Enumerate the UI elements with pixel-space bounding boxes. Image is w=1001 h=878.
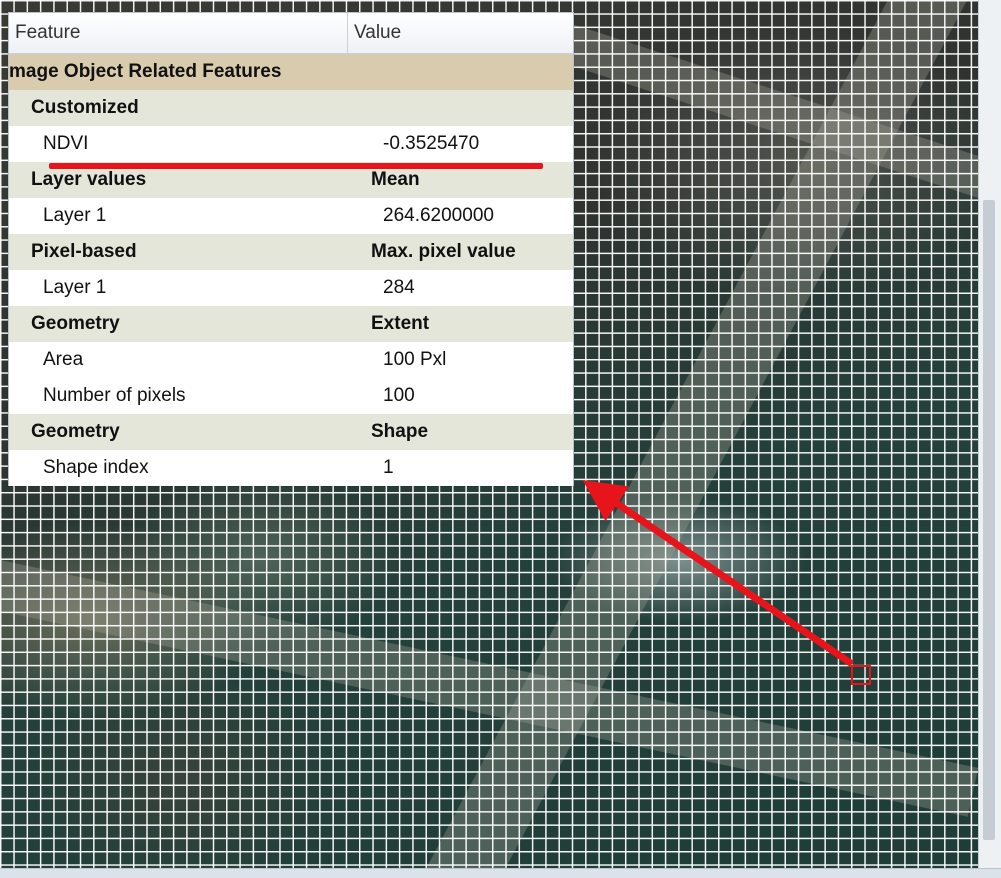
scrollbar-thumb[interactable] [983,200,995,840]
feature-row[interactable]: Area 100 Pxl [9,342,573,378]
feature-value: 284 [383,277,415,298]
group-row[interactable]: Pixel-based Max. pixel value [9,234,573,270]
feature-name: Geometry [31,421,120,442]
table-header: Feature Value [9,13,573,54]
feature-value: 1 [383,457,394,478]
feature-value: Extent [371,313,430,334]
column-header-value[interactable]: Value [348,13,573,53]
feature-value: Shape [371,421,429,442]
feature-name: Area [43,349,84,370]
feature-name: Number of pixels [43,385,186,406]
column-header-feature[interactable]: Feature [9,13,348,53]
feature-name: Layer 1 [43,205,107,226]
feature-name: NDVI [43,133,89,154]
feature-table-body: mage Object Related Features Customized ND… [9,54,573,486]
category-row[interactable]: mage Object Related Features [9,54,573,90]
feature-value: Mean [371,169,420,190]
feature-row[interactable]: Layer 1 284 [9,270,573,306]
feature-value: 100 [383,385,415,406]
feature-value: 100 Pxl [383,349,447,370]
group-row[interactable]: Geometry Extent [9,306,573,342]
vertical-scrollbar[interactable] [978,0,1001,868]
feature-row[interactable]: Shape index 1 [9,450,573,486]
feature-value: 264.6200000 [383,205,494,226]
feature-name: mage Object Related Features [9,61,282,82]
feature-value: Max. pixel value [371,241,516,262]
ndvi-highlight-underline [49,163,543,169]
feature-name: Geometry [31,313,120,334]
feature-name: Layer 1 [43,277,107,298]
feature-name: Pixel-based [31,241,137,262]
group-row[interactable]: Geometry Shape [9,414,573,450]
feature-name: Customized [31,97,139,118]
feature-name: Shape index [43,457,149,478]
feature-row[interactable]: NDVI -0.3525470 [9,126,573,162]
feature-row[interactable]: Number of pixels 100 [9,378,573,414]
feature-name: Layer values [31,169,147,190]
group-row[interactable]: Customized [9,90,573,126]
feature-row[interactable]: Layer 1 264.6200000 [9,198,573,234]
feature-value: -0.3525470 [383,133,480,154]
feature-view-panel: Feature Value mage Object Related Featur… [8,12,574,486]
